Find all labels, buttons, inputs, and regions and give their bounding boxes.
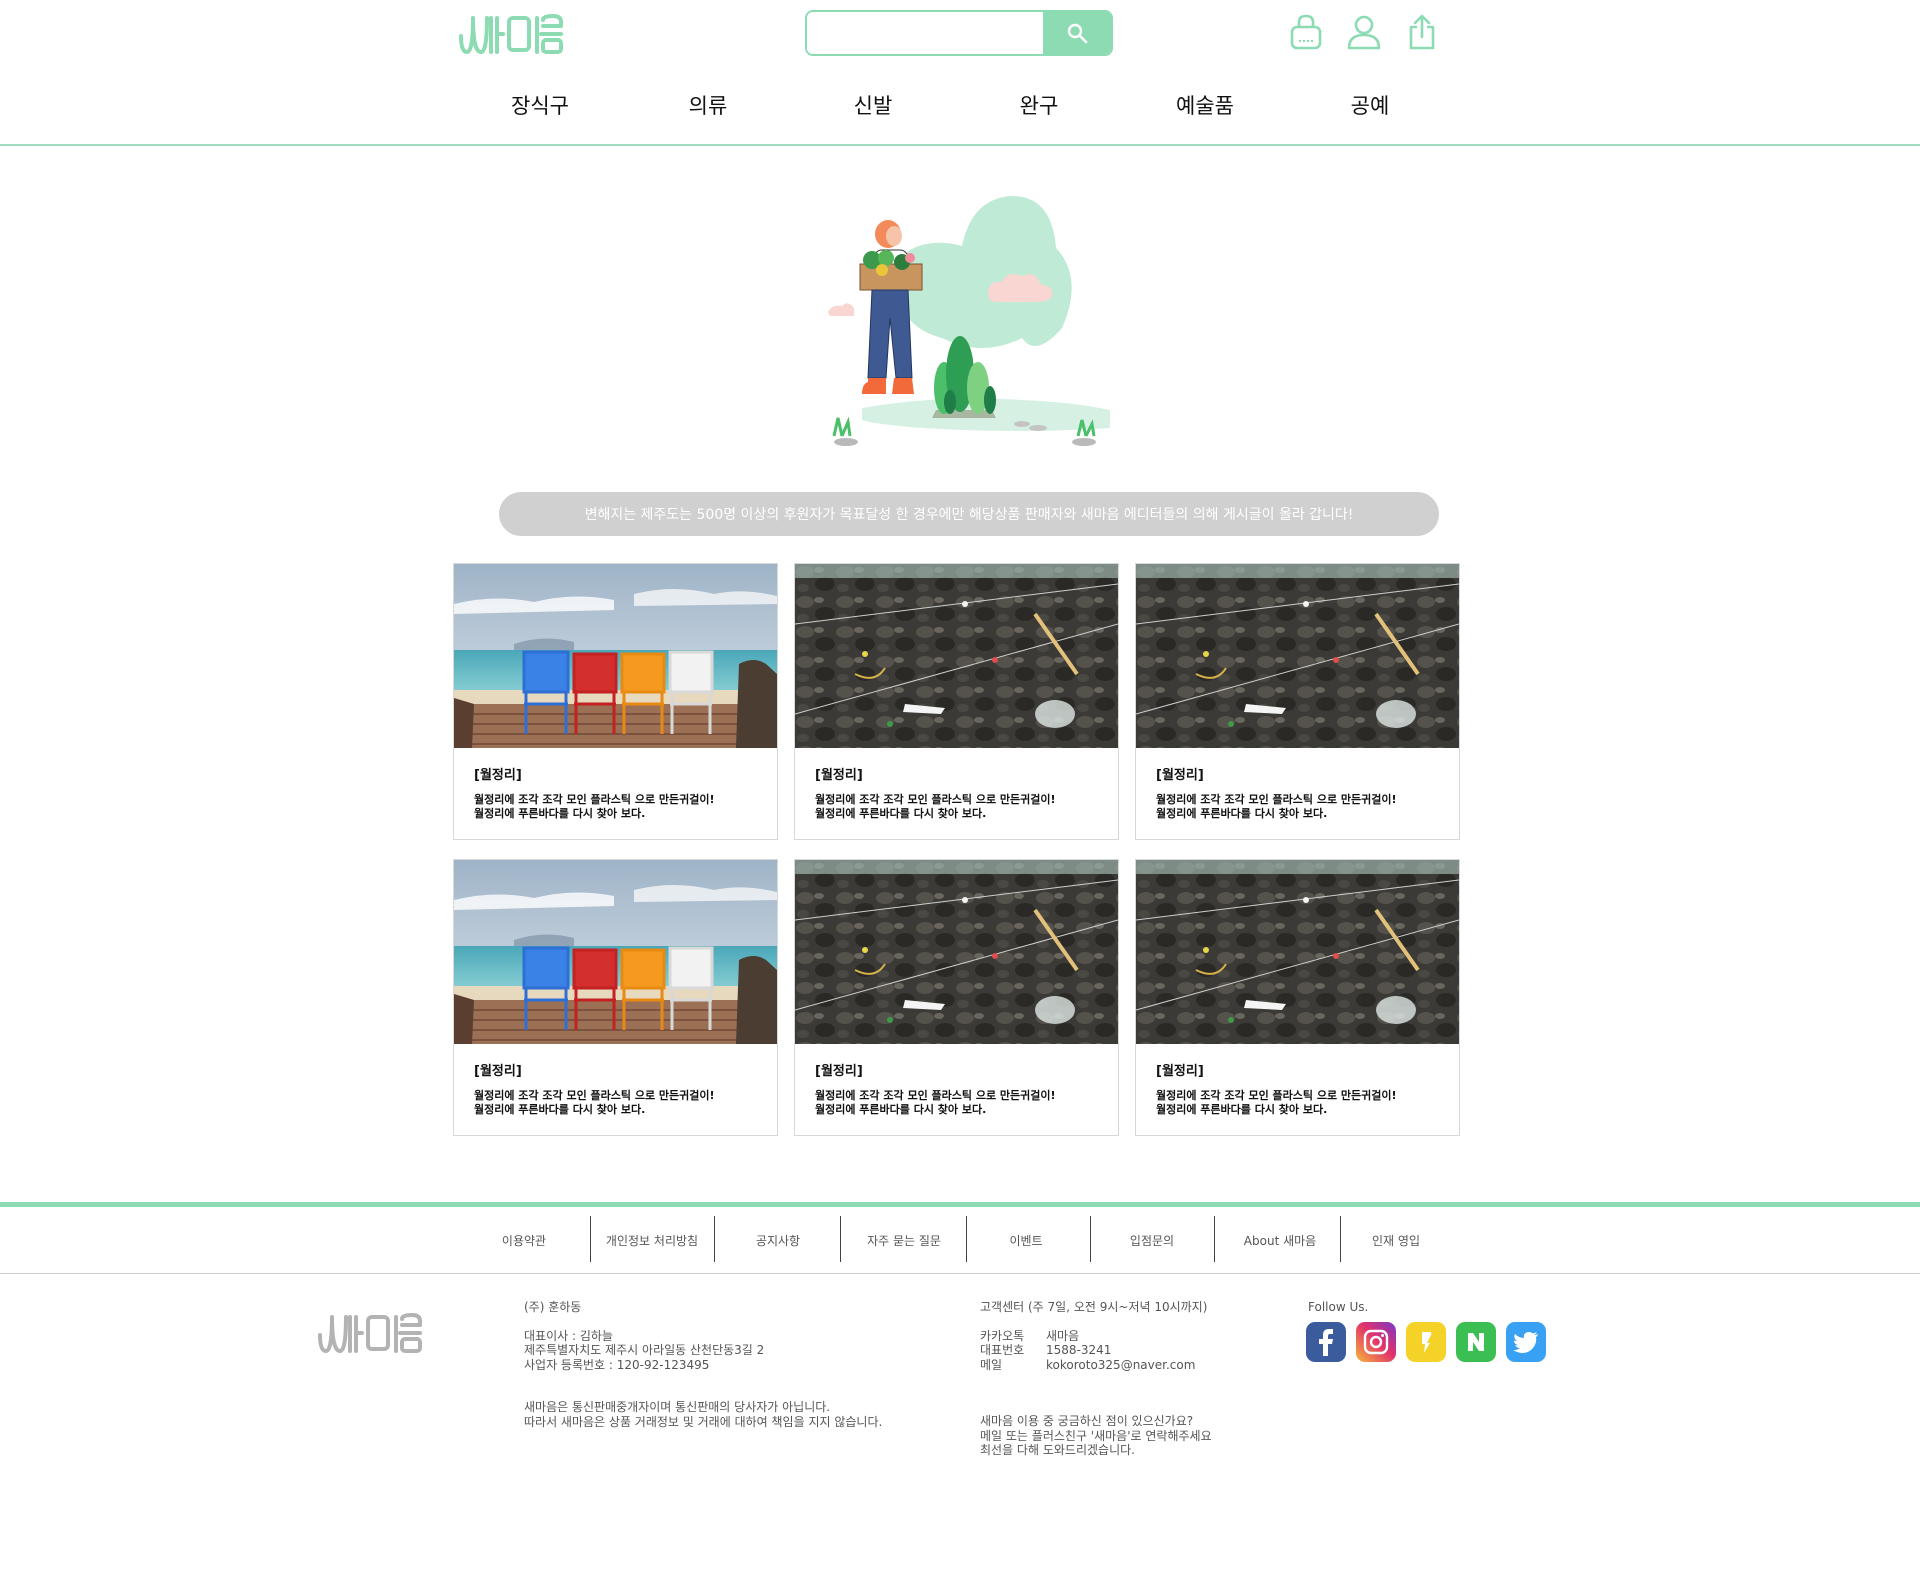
notice-banner: 변해지는 제주도는 500명 이상의 후원자가 목표달성 한 경우에만 해당상품… — [499, 492, 1439, 536]
support-phone: 1588-3241 — [1046, 1343, 1112, 1357]
card-description: 월정리에 조각 조각 모인 플라스틱 으로 만든귀걸이! 월정리에 푸른바다를 다… — [815, 1089, 1056, 1116]
search-icon — [1067, 23, 1088, 44]
card-title: [월정리] — [1156, 768, 1204, 783]
nav-item-art[interactable]: 예술품 — [1176, 90, 1234, 120]
category-nav: 장식구 의류 신발 완구 예술품 공예 — [456, 90, 1456, 130]
product-card[interactable]: [월정리] 월정리에 조각 조각 모인 플라스틱 으로 만든귀걸이! 월정리에 푸… — [453, 563, 778, 840]
divider — [1090, 1216, 1091, 1262]
product-card[interactable]: [월정리] 월정리에 조각 조각 모인 플라스틱 으로 만든귀걸이! 월정리에 푸… — [453, 859, 778, 1136]
support-note: 새마음 이용 중 궁금하신 점이 있으신가요? 메일 또는 플러스친구 '새마음… — [980, 1414, 1212, 1457]
card-image-beach-chairs[interactable] — [454, 564, 777, 748]
card-image-rocky-shore[interactable] — [1136, 860, 1459, 1044]
support-email[interactable]: kokoroto325@naver.com — [1046, 1358, 1195, 1373]
user-icon[interactable] — [1346, 12, 1382, 52]
company-disclaimer: 새마음은 통신판매중개자이며 통신판매의 당사자가 아닙니다. 따라서 새마음은… — [524, 1400, 883, 1429]
divider — [714, 1216, 715, 1262]
divider — [840, 1216, 841, 1262]
support-kakao: 새마음 — [1046, 1328, 1080, 1343]
logo[interactable] — [457, 12, 565, 58]
instagram-icon[interactable] — [1356, 1322, 1396, 1362]
product-card[interactable]: [월정리] 월정리에 조각 조각 모인 플라스틱 으로 만든귀걸이! 월정리에 푸… — [1135, 563, 1460, 840]
nav-item-crafts[interactable]: 공예 — [1351, 90, 1390, 120]
company-ceo: 대표이사 : 김하늘 — [524, 1328, 613, 1343]
facebook-icon[interactable] — [1306, 1322, 1346, 1362]
hero-illustration — [828, 196, 1110, 446]
footer-link-event[interactable]: 이벤트 — [1009, 1232, 1042, 1249]
footer-accent-bar — [0, 1202, 1920, 1207]
footer-divider — [0, 1273, 1920, 1274]
company-info: (주) 훈하동 대표이사 : 김하늘 제주특별자치도 제주시 아라일동 산천단동… — [524, 1300, 764, 1372]
footer-link-about[interactable]: About 새마음 — [1244, 1232, 1316, 1249]
footer-link-privacy[interactable]: 개인정보 처리방침 — [606, 1232, 698, 1249]
card-description: 월정리에 조각 조각 모인 플라스틱 으로 만든귀걸이! 월정리에 푸른바다를 다… — [1156, 793, 1397, 820]
card-image-rocky-shore[interactable] — [1136, 564, 1459, 748]
social-links — [1306, 1322, 1546, 1362]
card-title: [월정리] — [815, 1064, 863, 1079]
card-title: [월정리] — [474, 1064, 522, 1079]
card-description: 월정리에 조각 조각 모인 플라스틱 으로 만든귀걸이! 월정리에 푸른바다를 다… — [474, 1089, 715, 1116]
footer-link-careers[interactable]: 인재 영입 — [1372, 1232, 1420, 1249]
search-button[interactable] — [1043, 12, 1111, 54]
support-title: 고객센터 (주 7일, 오전 9시~저녁 10시까지) — [980, 1300, 1208, 1314]
divider — [1340, 1216, 1341, 1262]
card-image-beach-chairs[interactable] — [454, 860, 777, 1044]
nav-item-shoes[interactable]: 신발 — [854, 90, 893, 120]
search-input[interactable] — [807, 12, 1043, 54]
company-business-no: 사업자 등록번호 : 120-92-123495 — [524, 1357, 710, 1372]
card-image-rocky-shore[interactable] — [795, 564, 1118, 748]
footer-nav: 이용약관 개인정보 처리방침 공지사항 자주 묻는 질문 이벤트 입점문의 Ab… — [462, 1214, 1462, 1264]
card-image-rocky-shore[interactable] — [795, 860, 1118, 1044]
card-description: 월정리에 조각 조각 모인 플라스틱 으로 만든귀걸이! 월정리에 푸른바다를 다… — [815, 793, 1056, 820]
kakaostory-icon[interactable] — [1406, 1322, 1446, 1362]
search-bar — [805, 10, 1113, 56]
product-card[interactable]: [월정리] 월정리에 조각 조각 모인 플라스틱 으로 만든귀걸이! 월정리에 푸… — [794, 563, 1119, 840]
follow-us-label: Follow Us. — [1308, 1300, 1369, 1314]
support-info: 고객센터 (주 7일, 오전 9시~저녁 10시까지) 카카오톡 새마음 대표번호… — [980, 1300, 1208, 1373]
product-card[interactable]: [월정리] 월정리에 조각 조각 모인 플라스틱 으로 만든귀걸이! 월정리에 푸… — [1135, 859, 1460, 1136]
footer-link-partnership[interactable]: 입점문의 — [1130, 1232, 1174, 1249]
share-icon[interactable] — [1404, 12, 1440, 52]
company-name: (주) 훈하동 — [524, 1300, 582, 1314]
divider — [590, 1216, 591, 1262]
card-description: 월정리에 조각 조각 모인 플라스틱 으로 만든귀걸이! 월정리에 푸른바다를 다… — [474, 793, 715, 820]
twitter-icon[interactable] — [1506, 1322, 1546, 1362]
site-header: 장식구 의류 신발 완구 예술품 공예 — [0, 0, 1920, 146]
product-card[interactable]: [월정리] 월정리에 조각 조각 모인 플라스틱 으로 만든귀걸이! 월정리에 푸… — [794, 859, 1119, 1136]
nav-item-clothing[interactable]: 의류 — [689, 90, 728, 120]
footer-link-notice[interactable]: 공지사항 — [756, 1232, 800, 1249]
nav-item-toys[interactable]: 완구 — [1020, 90, 1059, 120]
divider — [1214, 1216, 1215, 1262]
footer-link-terms[interactable]: 이용약관 — [502, 1232, 546, 1249]
naver-icon[interactable] — [1456, 1322, 1496, 1362]
divider — [966, 1216, 967, 1262]
card-title: [월정리] — [815, 768, 863, 783]
company-address: 제주특별자치도 제주시 아라일동 산천단동3길 2 — [524, 1343, 765, 1357]
card-title: [월정리] — [1156, 1064, 1204, 1079]
nav-item-decor[interactable]: 장식구 — [511, 90, 569, 120]
footer-logo — [318, 1313, 422, 1353]
footer-link-faq[interactable]: 자주 묻는 질문 — [867, 1232, 941, 1249]
card-title: [월정리] — [474, 768, 522, 783]
cart-icon[interactable] — [1288, 12, 1324, 52]
card-description: 월정리에 조각 조각 모인 플라스틱 으로 만든귀걸이! 월정리에 푸른바다를 다… — [1156, 1089, 1397, 1116]
